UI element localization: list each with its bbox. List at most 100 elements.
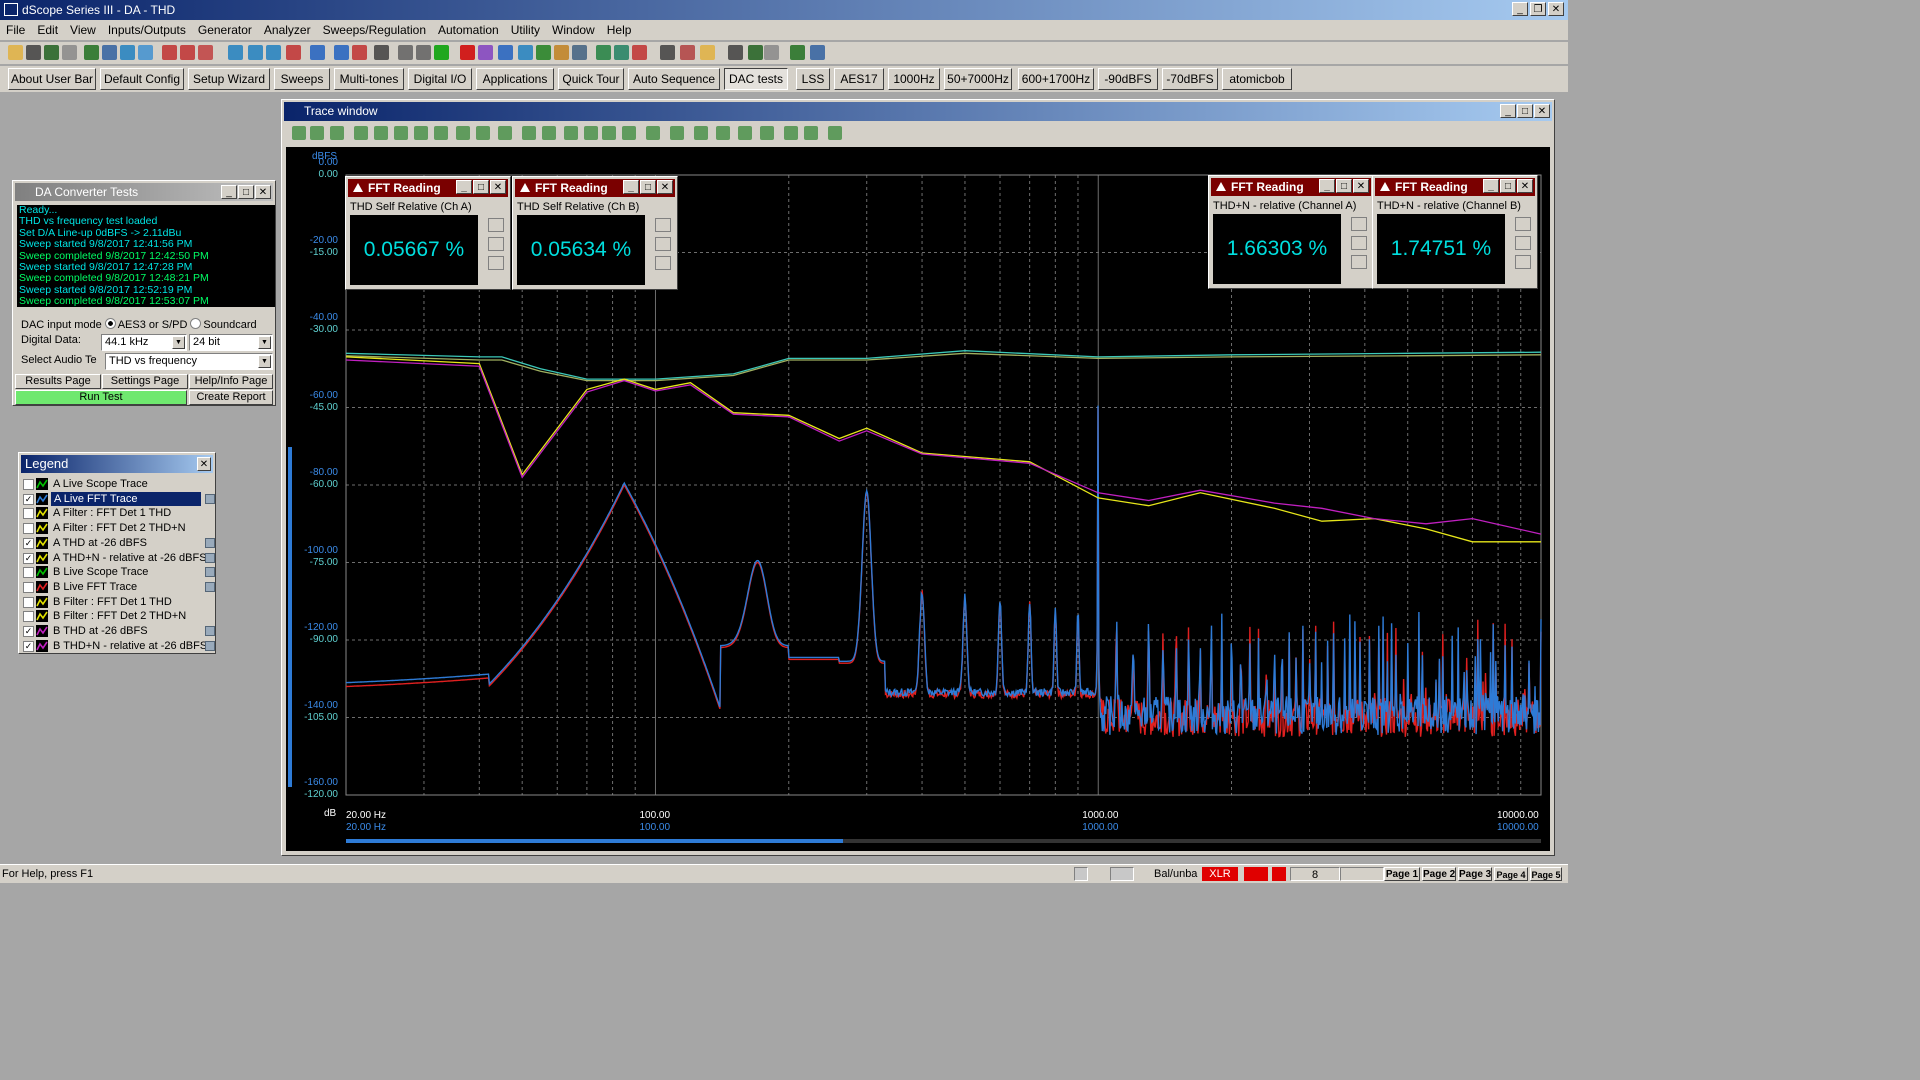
restore-button[interactable]: ❐ (1530, 2, 1546, 16)
toolbar-tool-icon[interactable] (198, 45, 213, 60)
legend-item[interactable]: ✓ A THD+N - relative at -26 dBFS (23, 551, 215, 565)
fft-settings-icon[interactable] (1515, 255, 1531, 269)
menu-item-edit[interactable]: Edit (31, 23, 64, 37)
trace-tool-icon[interactable] (564, 126, 578, 140)
fft-probe-icon[interactable] (655, 237, 671, 251)
fft-close-button[interactable]: ✕ (1353, 179, 1369, 193)
toolbar-tool-icon[interactable] (572, 45, 587, 60)
trace-settings-icon[interactable] (205, 552, 215, 563)
results-page-button[interactable]: Results Page (15, 374, 101, 389)
aes3-radio[interactable] (104, 318, 116, 329)
page-tab-4[interactable]: Page 4 (1494, 867, 1528, 881)
toolbar-tool-icon[interactable] (120, 45, 135, 60)
x-scroll-thumb[interactable] (346, 839, 843, 843)
legend-item[interactable]: B Live Scope Trace (23, 565, 215, 579)
userbar-600-1700hz-button[interactable]: 600+1700Hz (1018, 68, 1094, 90)
fft-reading-window[interactable]: FFT Reading _ □ ✕ THD Self Relative (Ch B) 0.… (512, 176, 678, 290)
legend-item[interactable]: ✓ A THD at -26 dBFS (23, 536, 215, 550)
minimize-button[interactable]: _ (1512, 2, 1528, 16)
dac-minimize-button[interactable]: _ (221, 185, 237, 199)
fft-scale-icon[interactable] (1351, 217, 1367, 231)
trace-settings-icon[interactable] (205, 493, 215, 504)
trace-tool-icon[interactable] (738, 126, 752, 140)
trace-settings-icon[interactable] (205, 567, 215, 578)
fft-restore-button[interactable]: □ (1500, 179, 1516, 193)
toolbar-tool-icon[interactable] (614, 45, 629, 60)
toolbar-tool-icon[interactable] (660, 45, 675, 60)
menu-item-utility[interactable]: Utility (505, 23, 546, 37)
fft-probe-icon[interactable] (488, 237, 504, 251)
menu-item-view[interactable]: View (64, 23, 102, 37)
trace-tool-icon[interactable] (330, 126, 344, 140)
trace-tool-icon[interactable] (646, 126, 660, 140)
y-scroll-thumb[interactable] (288, 447, 292, 787)
trace-tool-icon[interactable] (394, 126, 408, 140)
chevron-down-icon[interactable]: ▼ (258, 336, 271, 349)
legend-item[interactable]: ✓ A Live FFT Trace (23, 491, 215, 506)
menu-item-analyzer[interactable]: Analyzer (258, 23, 317, 37)
close-button[interactable]: ✕ (1548, 2, 1564, 16)
fft-settings-icon[interactable] (1351, 255, 1367, 269)
legend-checkbox[interactable]: ✓ (23, 493, 34, 505)
toolbar-tool-icon[interactable] (478, 45, 493, 60)
fft-minimize-button[interactable]: _ (1483, 179, 1499, 193)
userbar-about-user-bar-button[interactable]: About User Bar (8, 68, 96, 90)
fft-close-button[interactable]: ✕ (490, 180, 506, 194)
toolbar-tool-icon[interactable] (554, 45, 569, 60)
fft-reading-titlebar[interactable]: FFT Reading _ □ ✕ (1211, 178, 1371, 196)
toolbar-tool-icon[interactable] (266, 45, 281, 60)
settings-page-button[interactable]: Settings Page (102, 374, 188, 389)
legend-item[interactable]: ✓ B THD+N - relative at -26 dBFS (23, 639, 215, 653)
trace-tool-icon[interactable] (522, 126, 536, 140)
userbar-setup-wizard-button[interactable]: Setup Wizard (188, 68, 270, 90)
legend-checkbox[interactable] (23, 596, 34, 608)
toolbar-tool-icon[interactable] (728, 45, 743, 60)
fft-scale-icon[interactable] (488, 218, 504, 232)
trace-tool-icon[interactable] (694, 126, 708, 140)
legend-checkbox[interactable] (23, 567, 34, 579)
trace-settings-icon[interactable] (205, 640, 215, 651)
toolbar-tool-icon[interactable] (8, 45, 23, 60)
soundcard-radio[interactable] (190, 318, 202, 329)
page-tab-2[interactable]: Page 2 (1422, 867, 1456, 881)
fft-reading-window[interactable]: FFT Reading _ □ ✕ THD+N - relative (Channel … (1208, 175, 1374, 289)
trace-tool-icon[interactable] (716, 126, 730, 140)
fft-scale-icon[interactable] (1515, 217, 1531, 231)
toolbar-tool-icon[interactable] (790, 45, 805, 60)
toolbar-tool-icon[interactable] (102, 45, 117, 60)
toolbar-tool-icon[interactable] (596, 45, 611, 60)
userbar-quick-tour-button[interactable]: Quick Tour (558, 68, 624, 90)
trace-settings-icon[interactable] (205, 581, 215, 592)
fft-reading-window[interactable]: FFT Reading _ □ ✕ THD+N - relative (Channel … (1372, 175, 1538, 289)
toolbar-tool-icon[interactable] (810, 45, 825, 60)
legend-checkbox[interactable]: ✓ (23, 626, 34, 637)
toolbar-tool-icon[interactable] (680, 45, 695, 60)
legend-checkbox[interactable]: ✓ (23, 552, 34, 564)
toolbar-tool-icon[interactable] (84, 45, 99, 60)
userbar--90dbfs-button[interactable]: -90dBFS (1098, 68, 1158, 90)
userbar-multi-tones-button[interactable]: Multi-tones (334, 68, 404, 90)
menu-item-help[interactable]: Help (601, 23, 638, 37)
toolbar-tool-icon[interactable] (352, 45, 367, 60)
legend-checkbox[interactable] (23, 479, 34, 490)
toolbar-tool-icon[interactable] (286, 45, 301, 60)
trace-settings-icon[interactable] (205, 626, 215, 636)
trace-tool-icon[interactable] (456, 126, 470, 140)
toolbar-tool-icon[interactable] (44, 45, 59, 60)
fft-plot[interactable]: dBFS dB 0.00 0.00 -20.00 -15.00 -40.00 -30.00 -6… (286, 147, 1550, 851)
trace-close-button[interactable]: ✕ (1534, 104, 1550, 118)
toolbar-tool-icon[interactable] (460, 45, 475, 60)
trace-tool-icon[interactable] (374, 126, 388, 140)
fft-close-button[interactable]: ✕ (657, 180, 673, 194)
sample-rate-select[interactable]: 44.1 kHz ▼ (101, 334, 187, 351)
fft-minimize-button[interactable]: _ (623, 180, 639, 194)
toolbar-tool-icon[interactable] (162, 45, 177, 60)
trace-tool-icon[interactable] (670, 126, 684, 140)
bit-depth-select[interactable]: 24 bit ▼ (189, 334, 273, 351)
menu-item-file[interactable]: File (0, 23, 31, 37)
chevron-down-icon[interactable]: ▼ (258, 355, 271, 368)
userbar-auto-sequence-button[interactable]: Auto Sequence (628, 68, 720, 90)
trace-tool-icon[interactable] (414, 126, 428, 140)
menu-item-inputs-outputs[interactable]: Inputs/Outputs (102, 23, 192, 37)
fft-reading-titlebar[interactable]: FFT Reading _ □ ✕ (348, 179, 508, 197)
